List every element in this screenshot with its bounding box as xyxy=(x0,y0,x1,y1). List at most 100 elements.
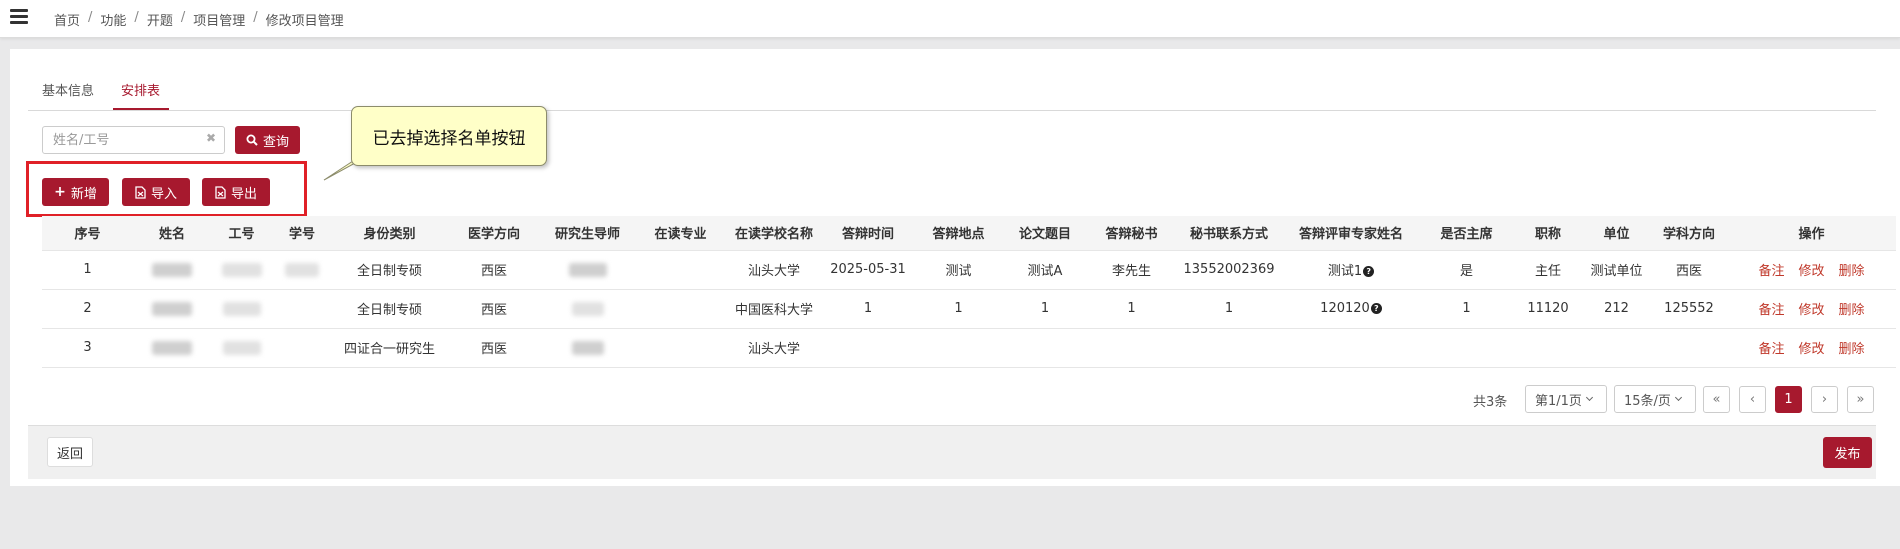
breadcrumb-home[interactable]: 首页 xyxy=(54,10,80,29)
cell-no: 3 xyxy=(42,328,133,368)
cell-thesis xyxy=(1002,328,1088,368)
experts-text: 120120 xyxy=(1320,301,1370,316)
clear-icon[interactable]: ✖ xyxy=(206,131,216,145)
breadcrumb: 首页 / 功能 / 开题 / 项目管理 / 修改项目管理 xyxy=(54,10,344,29)
cell-major xyxy=(634,289,727,329)
cell-title: 主任 xyxy=(1514,249,1582,290)
col-header: 秘书联系方式 xyxy=(1175,216,1283,250)
chevron-down-icon xyxy=(1585,393,1593,402)
search-input[interactable] xyxy=(43,127,203,153)
cell-no: 1 xyxy=(42,249,133,290)
edit-link[interactable]: 修改 xyxy=(1798,264,1824,279)
search-icon xyxy=(246,134,258,146)
col-header: 医学方向 xyxy=(447,216,541,250)
question-icon[interactable]: ? xyxy=(1370,303,1382,314)
col-header: 答辩秘书 xyxy=(1088,216,1175,250)
tab-bar: 基本信息 安排表 xyxy=(28,72,1876,111)
cell-student-id-redacted xyxy=(272,249,332,290)
table-row: 1 全日制专硕 西医 汕头大学 2025-05-31 测试 测试A 李先生 13… xyxy=(42,249,1896,290)
cell-is-chair: 1 xyxy=(1419,289,1514,329)
cell-secretary: 李先生 xyxy=(1088,249,1175,290)
table-header-row: 序号 姓名 工号 学号 身份类别 医学方向 研究生导师 在读专业 在读学校名称 … xyxy=(42,216,1896,250)
col-header: 职称 xyxy=(1514,216,1582,250)
cell-actions: 备注 修改 删除 xyxy=(1727,289,1896,329)
cell-staff-id-redacted xyxy=(211,328,272,368)
prev-page-button[interactable]: ‹ xyxy=(1739,386,1766,413)
active-tab-indicator xyxy=(113,108,169,110)
cell-secretary-phone xyxy=(1175,328,1283,368)
note-link[interactable]: 备注 xyxy=(1758,342,1784,357)
delete-link[interactable]: 删除 xyxy=(1839,264,1865,279)
next-page-button[interactable]: › xyxy=(1811,386,1838,413)
cell-defense-time: 1 xyxy=(821,289,915,329)
col-header: 论文题目 xyxy=(1002,216,1088,250)
last-page-button[interactable]: » xyxy=(1847,386,1874,413)
cell-defense-place: 1 xyxy=(915,289,1002,329)
tab-basic-info[interactable]: 基本信息 xyxy=(42,80,94,99)
col-header: 答辩地点 xyxy=(915,216,1002,250)
cell-defense-place: 测试 xyxy=(915,249,1002,290)
cell-student-id-redacted xyxy=(272,328,332,368)
col-header: 姓名 xyxy=(133,216,211,250)
cell-staff-id-redacted xyxy=(211,289,272,329)
note-link[interactable]: 备注 xyxy=(1758,303,1784,318)
table-row: 2 全日制专硕 西医 中国医科大学 1 1 1 1 1 120120? 1 11… xyxy=(42,289,1896,329)
cell-name-redacted xyxy=(133,328,211,368)
cell-subject xyxy=(1651,328,1727,368)
note-link[interactable]: 备注 xyxy=(1758,264,1784,279)
cell-advisor-redacted xyxy=(541,289,634,329)
chevron-down-icon xyxy=(1674,393,1682,402)
cell-school: 汕头大学 xyxy=(727,328,821,368)
delete-link[interactable]: 删除 xyxy=(1839,303,1865,318)
cell-direction: 西医 xyxy=(447,328,541,368)
edit-link[interactable]: 修改 xyxy=(1798,303,1824,318)
cell-school: 汕头大学 xyxy=(727,249,821,290)
cell-experts xyxy=(1283,328,1419,368)
table-row: 3 四证合一研究生 西医 汕头大学 备注 修改 删除 xyxy=(42,328,1896,368)
cell-defense-time: 2025-05-31 xyxy=(821,249,915,290)
annotation-highlight-box xyxy=(26,161,307,217)
cell-unit: 212 xyxy=(1582,289,1651,329)
cell-secretary: 1 xyxy=(1088,289,1175,329)
col-header: 答辩时间 xyxy=(821,216,915,250)
cell-student-id-redacted xyxy=(272,289,332,329)
question-icon[interactable]: ? xyxy=(1363,266,1375,277)
page-1-button[interactable]: 1 xyxy=(1775,386,1802,413)
first-page-button[interactable]: « xyxy=(1703,386,1730,413)
cell-actions: 备注 修改 删除 xyxy=(1727,328,1896,368)
cell-identity: 全日制专硕 xyxy=(332,289,447,329)
col-header: 身份类别 xyxy=(332,216,447,250)
footer-bar xyxy=(28,425,1876,479)
annotation-callout: 已去掉选择名单按钮 xyxy=(351,106,547,166)
col-header: 工号 xyxy=(211,216,272,250)
cell-thesis: 1 xyxy=(1002,289,1088,329)
publish-button[interactable]: 发布 xyxy=(1823,437,1872,468)
cell-advisor-redacted xyxy=(541,249,634,290)
top-bar: 首页 / 功能 / 开题 / 项目管理 / 修改项目管理 xyxy=(0,0,1900,38)
breadcrumb-proposal[interactable]: 开题 xyxy=(147,10,173,29)
page-select[interactable]: 第1/1页 xyxy=(1525,385,1607,413)
search-box: ✖ xyxy=(42,126,225,154)
cell-unit xyxy=(1582,328,1651,368)
cell-identity: 四证合一研究生 xyxy=(332,328,447,368)
edit-link[interactable]: 修改 xyxy=(1798,342,1824,357)
cell-is-chair xyxy=(1419,328,1514,368)
cell-school: 中国医科大学 xyxy=(727,289,821,329)
cell-name-redacted xyxy=(133,289,211,329)
cell-experts: 120120? xyxy=(1283,289,1419,329)
query-button[interactable]: 查询 xyxy=(235,126,300,154)
menu-icon[interactable] xyxy=(10,9,28,27)
tab-schedule[interactable]: 安排表 xyxy=(121,80,160,99)
delete-link[interactable]: 删除 xyxy=(1839,342,1865,357)
col-header: 在读专业 xyxy=(634,216,727,250)
col-header: 答辩评审专家姓名 xyxy=(1283,216,1419,250)
col-header: 序号 xyxy=(42,216,133,250)
cell-subject: 125552 xyxy=(1651,289,1727,329)
col-header: 研究生导师 xyxy=(541,216,634,250)
breadcrumb-project-manage[interactable]: 项目管理 xyxy=(193,10,245,29)
page-size-select[interactable]: 15条/页 xyxy=(1614,385,1696,413)
back-button[interactable]: 返回 xyxy=(47,437,93,467)
cell-is-chair: 是 xyxy=(1419,249,1514,290)
breadcrumb-function[interactable]: 功能 xyxy=(100,10,126,29)
schedule-table: 序号 姓名 工号 学号 身份类别 医学方向 研究生导师 在读专业 在读学校名称 … xyxy=(42,216,1896,368)
